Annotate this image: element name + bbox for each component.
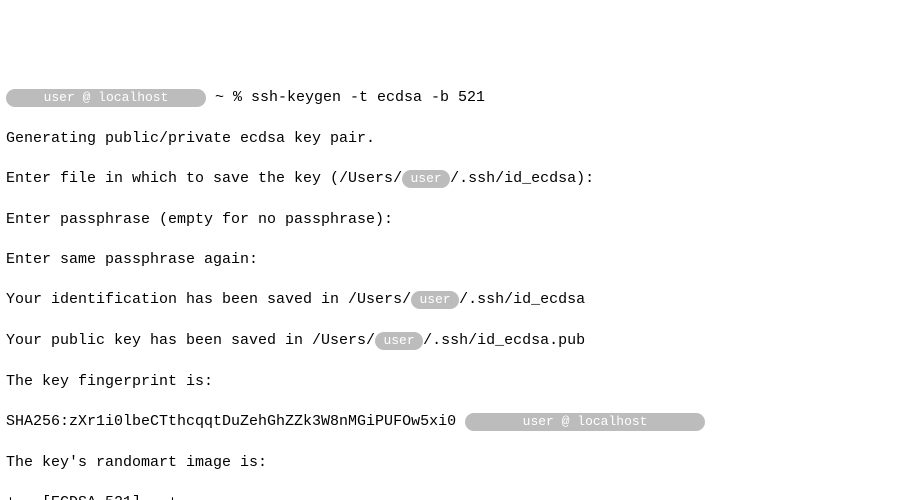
output-line: Enter same passphrase again:	[6, 250, 894, 270]
prompt-separator: ~ %	[206, 89, 251, 106]
text-segment: /.ssh/id_ecdsa	[459, 291, 585, 308]
prompt-userhost-pill: user @ localhost	[6, 89, 206, 107]
redacted-user-pill: user	[375, 332, 423, 350]
text-segment: /.ssh/id_ecdsa.pub	[423, 332, 585, 349]
command-text: ssh-keygen -t ecdsa -b 521	[251, 89, 485, 106]
output-line: Enter file in which to save the key (/Us…	[6, 169, 894, 190]
text-segment: Your identification has been saved in /U…	[6, 291, 411, 308]
output-line: Your identification has been saved in /U…	[6, 290, 894, 311]
text-segment: Enter file in which to save the key (/Us…	[6, 170, 402, 187]
randomart-line: +---[ECDSA 521]---+	[6, 493, 894, 500]
output-line: The key fingerprint is:	[6, 372, 894, 392]
terminal-prompt-line: user @ localhost ~ % ssh-keygen -t ecdsa…	[6, 88, 894, 109]
redacted-user-pill: user	[402, 170, 450, 188]
output-line: Your public key has been saved in /Users…	[6, 331, 894, 352]
output-line: Generating public/private ecdsa key pair…	[6, 129, 894, 149]
output-line: SHA256:zXr1i0lbeCTthcqqtDuZehGhZZk3W8nMG…	[6, 412, 894, 433]
output-line: The key's randomart image is:	[6, 453, 894, 473]
fingerprint-text: SHA256:zXr1i0lbeCTthcqqtDuZehGhZZk3W8nMG…	[6, 413, 465, 430]
output-line: Enter passphrase (empty for no passphras…	[6, 210, 894, 230]
text-segment: /.ssh/id_ecdsa):	[450, 170, 594, 187]
redacted-userhost-pill: user @ localhost	[465, 413, 705, 431]
redacted-user-pill: user	[411, 291, 459, 309]
text-segment: Your public key has been saved in /Users…	[6, 332, 375, 349]
